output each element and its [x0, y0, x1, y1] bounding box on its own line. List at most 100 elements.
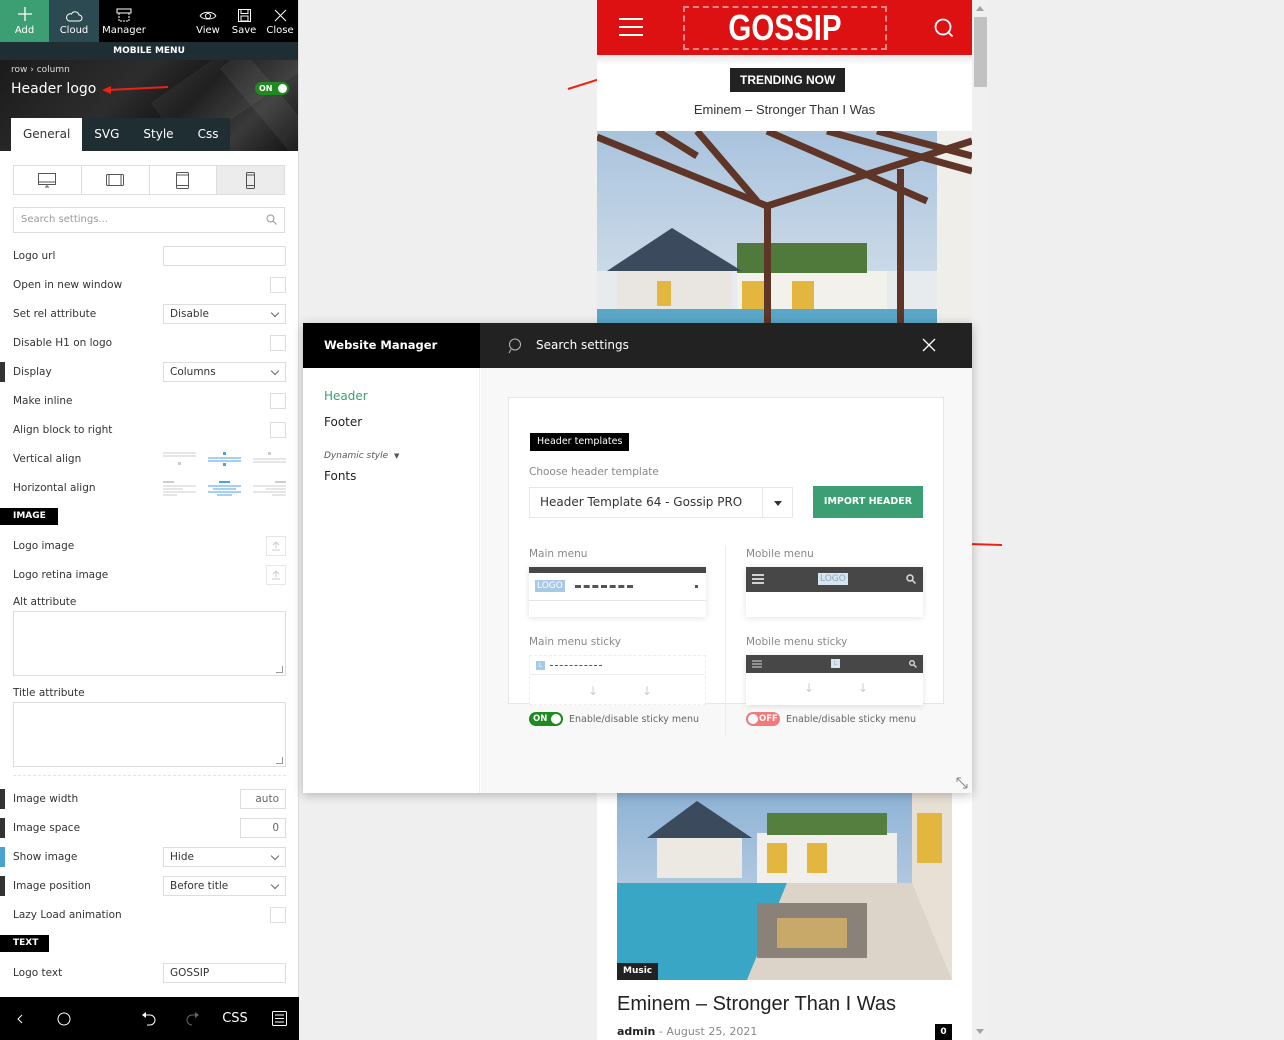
logo-retina-upload[interactable]: [266, 565, 286, 585]
device-switcher: [13, 165, 285, 195]
cloud-button[interactable]: Cloud: [49, 0, 99, 42]
save-button[interactable]: Save: [226, 0, 262, 42]
hamburger-icon: [752, 660, 762, 668]
manager-button[interactable]: Manager: [99, 0, 149, 42]
disable-h1-label: Disable H1 on logo: [13, 337, 113, 349]
device-tablet-landscape[interactable]: [82, 166, 150, 194]
breadcrumb-column[interactable]: column: [37, 65, 70, 75]
scroll-up-arrow[interactable]: [976, 6, 984, 11]
post-author[interactable]: admin: [617, 1025, 655, 1038]
setting-lazy-load: Lazy Load animation: [13, 904, 286, 926]
image-section-tag: IMAGE: [0, 508, 58, 525]
import-header-button[interactable]: IMPORT HEADER: [813, 486, 923, 518]
menu-button[interactable]: [268, 997, 290, 1040]
breadcrumb-row[interactable]: row: [11, 65, 27, 75]
halign-right-icon[interactable]: [253, 480, 286, 496]
logo-short: L: [536, 661, 545, 670]
editor-bottom-bar: CSS: [0, 997, 299, 1040]
logo-text-input[interactable]: GOSSIP: [163, 963, 286, 983]
trending-title[interactable]: Eminem – Stronger Than I Was: [597, 102, 972, 117]
valign-center-icon[interactable]: [208, 451, 241, 467]
column-divider: [725, 546, 726, 736]
dynamic-style-label: Dynamic style: [324, 451, 389, 461]
list-icon: [271, 1011, 287, 1026]
setting-image-space: Image space 0: [0, 817, 286, 839]
device-phone[interactable]: [217, 166, 284, 194]
valign-top-icon[interactable]: [163, 451, 196, 467]
device-desktop[interactable]: [14, 166, 82, 194]
caret-down-icon[interactable]: [762, 488, 792, 517]
main-menu-preview[interactable]: LOGO: [529, 567, 706, 617]
disable-h1-checkbox[interactable]: [270, 335, 286, 351]
comment-count[interactable]: 0: [935, 1024, 952, 1040]
halign-left-icon[interactable]: [163, 480, 196, 496]
redo-button[interactable]: [180, 997, 204, 1040]
tab-css[interactable]: Css: [186, 118, 231, 151]
back-button[interactable]: [10, 997, 30, 1040]
nav-footer[interactable]: Footer: [324, 415, 362, 429]
tab-svg[interactable]: SVG: [82, 118, 131, 151]
image-position-select[interactable]: Before title: [163, 876, 286, 896]
make-inline-checkbox[interactable]: [270, 393, 286, 409]
image-space-input[interactable]: 0: [240, 818, 286, 838]
manager-search-input[interactable]: Search settings: [508, 323, 629, 368]
image-width-input[interactable]: auto: [240, 789, 286, 809]
mobile-menu-preview[interactable]: LOGO: [746, 567, 923, 617]
open-new-window-checkbox[interactable]: [270, 277, 286, 293]
title-attribute-textarea[interactable]: [13, 702, 286, 767]
halign-center-icon[interactable]: [208, 480, 241, 496]
show-image-select[interactable]: Hide: [163, 847, 286, 867]
site-header: GOSSIP: [597, 0, 972, 55]
header-template-select[interactable]: Header Template 64 - Gossip PRO: [529, 487, 793, 518]
settings-search-input[interactable]: Search settings...: [13, 207, 285, 233]
add-button[interactable]: Add: [0, 0, 49, 42]
logo-placeholder: LOGO: [535, 580, 565, 592]
close-icon[interactable]: [922, 338, 936, 352]
sticky-mobile-toggle[interactable]: OFF: [746, 712, 780, 726]
css-button[interactable]: CSS: [220, 997, 250, 1040]
open-new-window-label: Open in new window: [13, 279, 123, 291]
tab-general[interactable]: General: [11, 118, 83, 151]
scroll-down-arrow[interactable]: [976, 1029, 984, 1034]
close-button[interactable]: Close: [262, 0, 298, 42]
scroll-thumb[interactable]: [974, 17, 987, 87]
view-button[interactable]: View: [190, 0, 226, 42]
desktop-icon: [38, 172, 57, 187]
settings-tabs: General SVG Style Css: [11, 118, 231, 151]
device-tablet-portrait[interactable]: [150, 166, 218, 194]
align-right-checkbox[interactable]: [270, 422, 286, 438]
category-tag[interactable]: Music: [617, 963, 659, 980]
save-label: Save: [231, 25, 257, 36]
hamburger-icon[interactable]: [619, 18, 643, 42]
phone-icon: [246, 171, 256, 189]
vertical-align-label: Vertical align: [13, 453, 82, 465]
nav-dynamic-style[interactable]: Dynamic style ▼: [324, 451, 399, 461]
setting-display: Display Columns: [0, 361, 286, 383]
undo-button[interactable]: [137, 997, 161, 1040]
tab-style[interactable]: Style: [131, 118, 185, 151]
element-visibility-toggle[interactable]: ON: [255, 82, 289, 95]
display-select[interactable]: Columns: [163, 362, 286, 382]
nav-fonts[interactable]: Fonts: [324, 469, 356, 483]
sticky-main-toggle[interactable]: ON: [529, 712, 563, 726]
post-title[interactable]: Eminem – Stronger Than I Was: [617, 993, 896, 1016]
hamburger-icon: [752, 574, 764, 584]
home-button[interactable]: [52, 997, 76, 1040]
main-menu-sticky-preview[interactable]: L ↓ ↓: [529, 655, 706, 705]
featured-image[interactable]: [597, 131, 972, 326]
mobile-menu-sticky-preview[interactable]: L ↓ ↓: [746, 655, 923, 705]
preview-scrollbar[interactable]: [972, 0, 989, 1040]
search-icon[interactable]: [934, 18, 954, 38]
alt-attribute-textarea[interactable]: [13, 611, 286, 676]
modified-marker: [0, 876, 5, 896]
post-image[interactable]: [617, 793, 952, 980]
logo-url-input[interactable]: [163, 246, 286, 266]
lazy-load-checkbox[interactable]: [270, 907, 286, 923]
nav-header[interactable]: Header: [324, 389, 368, 403]
rel-attribute-select[interactable]: Disable: [163, 304, 286, 324]
site-logo[interactable]: GOSSIP: [683, 6, 887, 50]
valign-bottom-icon[interactable]: [253, 451, 286, 467]
logo-image-upload[interactable]: [266, 536, 286, 556]
manager-search-placeholder: Search settings: [536, 338, 629, 352]
resize-icon[interactable]: [956, 777, 968, 789]
